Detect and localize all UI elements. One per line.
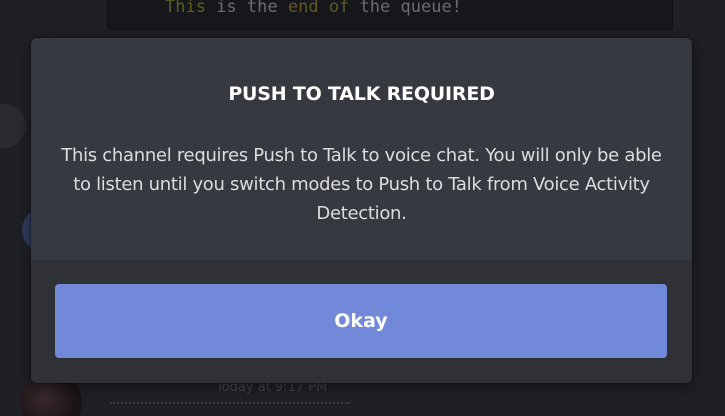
modal-title: PUSH TO TALK REQUIRED (228, 83, 495, 105)
okay-button[interactable]: Okay (55, 284, 667, 358)
modal-footer: Okay (31, 260, 692, 383)
code-token: of (328, 0, 350, 17)
avatar (0, 104, 26, 148)
code-token: is (205, 0, 247, 17)
code-block: This is the end of the queue! (107, 0, 673, 30)
modal-message: This channel requires Push to Talk to vo… (61, 145, 662, 224)
code-token: end (287, 0, 319, 17)
code-token: the (246, 0, 278, 17)
push-to-talk-modal: PUSH TO TALK REQUIRED This channel requi… (31, 38, 692, 383)
code-line: This is the end of the queue! (165, 0, 462, 17)
code-token: the queue! (349, 0, 462, 17)
message-snippet (110, 402, 350, 412)
modal-body: PUSH TO TALK REQUIRED This channel requi… (31, 38, 692, 260)
code-token: This (165, 0, 206, 17)
